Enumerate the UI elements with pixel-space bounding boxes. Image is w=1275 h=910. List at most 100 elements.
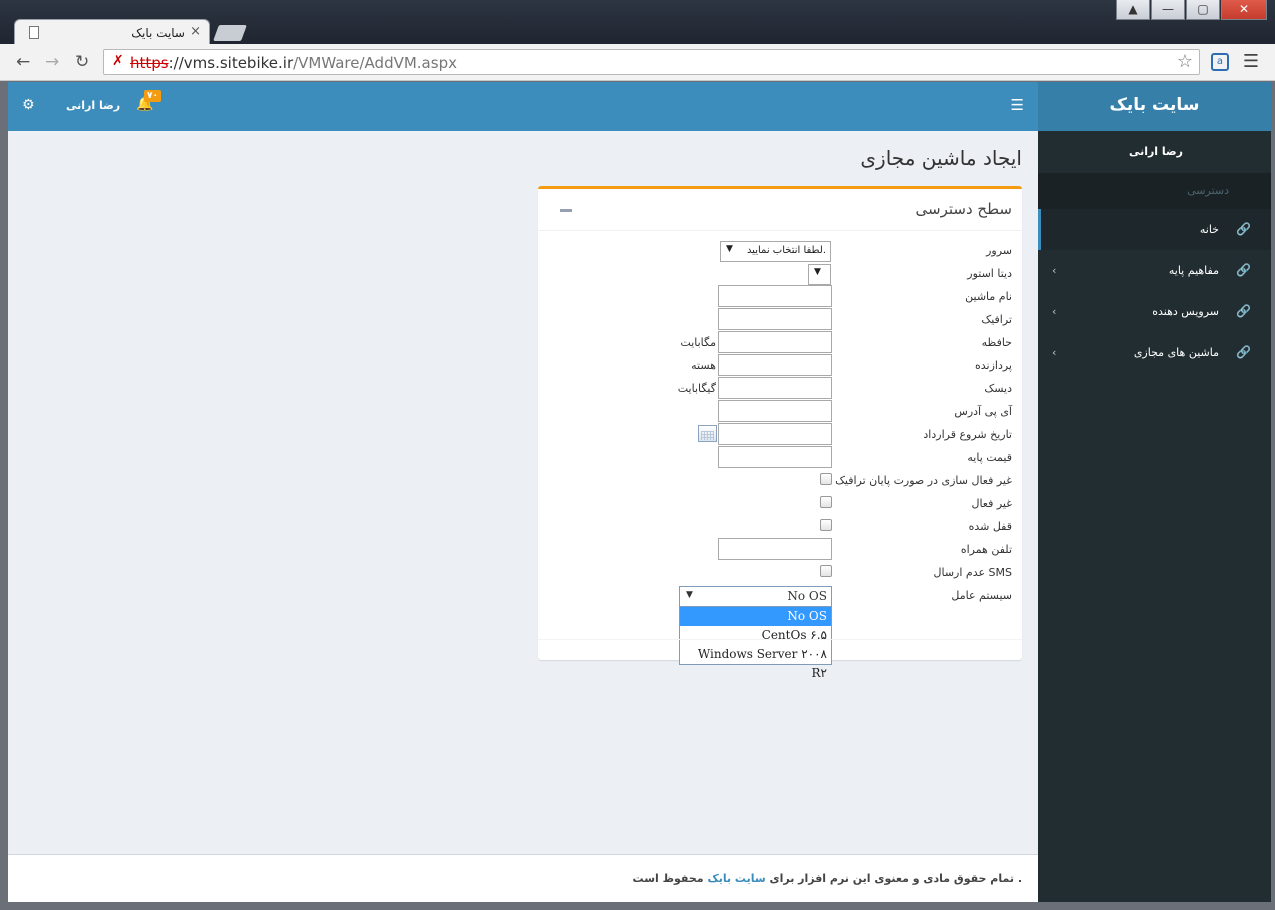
sidebar: سایت بایک رضا ارانی دسترسی 🔗 خانه 🔗 مفاه… (1038, 82, 1271, 902)
dropdown-arrow-icon: ▼ (726, 244, 733, 254)
link-icon: 🔗 (1236, 304, 1251, 318)
no-sms-label: عدم ارسال SMS (933, 566, 1012, 579)
browser-toolbar: ← → ↻ ✗ https://vms.sitebike.ir/VMWare/A… (0, 44, 1275, 81)
os-select-value: No OS (787, 589, 827, 603)
dropdown-arrow-icon: ▼ (686, 590, 693, 600)
cpu-input[interactable] (718, 354, 832, 376)
url-path: /VMWare/AddVM.aspx (293, 54, 457, 72)
page-footer: تمام حقوق مادی و معنوی این نرم افزار برا… (8, 854, 1038, 902)
maximize-button[interactable]: ▢ (1186, 0, 1220, 20)
box-title: سطح دسترسی (915, 200, 1012, 218)
os-dropdown-list: No OS CentOs ۶.۵ Windows Server ۲۰۰۸ R۲ (679, 606, 832, 680)
forward-arrow-icon[interactable]: → (45, 52, 59, 72)
close-window-button[interactable]: ✕ (1221, 0, 1267, 20)
sidebar-item-basic-concepts[interactable]: 🔗 مفاهیم پایه ‹ (1038, 250, 1271, 291)
disable-on-traffic-label: غیر فعال سازی در صورت پایان ترافیک (835, 474, 1012, 487)
address-bar[interactable]: ✗ https://vms.sitebike.ir/VMWare/AddVM.a… (103, 49, 1200, 75)
base-price-label: قیمت پایه (967, 451, 1012, 464)
sidebar-toggle-icon[interactable]: ☰ (1011, 96, 1024, 114)
sidebar-item-label: ماشین های مجازی (1133, 346, 1219, 359)
new-tab-button[interactable] (213, 25, 247, 41)
app-window: ☰ ⚙ رضا ارانی 🔔 ۷۰ سایت بایک رضا ارانی د… (8, 82, 1271, 902)
os-option-centos[interactable]: CentOs ۶.۵ (680, 626, 831, 645)
access-level-box: سطح دسترسی سرور ▼ لطفا انتخاب نمایید. دی… (538, 186, 1022, 680)
start-date-input[interactable] (718, 423, 832, 445)
inactive-label: غیر فعال (971, 497, 1012, 510)
sidebar-item-label: خانه (1199, 223, 1219, 236)
cpu-unit: هسته (691, 359, 716, 372)
dropdown-arrow-icon: ▼ (814, 267, 821, 277)
sidebar-item-virtual-machines[interactable]: 🔗 ماشین های مجازی ‹ (1038, 332, 1271, 373)
back-arrow-icon[interactable]: ← (16, 52, 30, 72)
datastore-select[interactable]: ▼ (808, 264, 831, 285)
url-scheme: https (130, 54, 169, 72)
tab-title: سایت بایک (131, 26, 185, 40)
settings-gears-icon[interactable]: ⚙ (22, 97, 35, 113)
copyright-text: تمام حقوق مادی و معنوی این نرم افزار برا… (633, 872, 1022, 885)
inactive-checkbox[interactable] (820, 496, 832, 508)
minimize-button[interactable]: — (1151, 0, 1185, 20)
disable-on-traffic-checkbox[interactable] (820, 473, 832, 485)
datastore-label: دیتا استور (967, 267, 1012, 280)
browser-tab[interactable]: سایت بایک × (14, 19, 210, 45)
sidebar-user: رضا ارانی (1128, 145, 1183, 158)
mobile-label: تلفن همراه (960, 543, 1012, 556)
os-select[interactable]: ▼ No OS (679, 586, 832, 607)
insecure-lock-icon[interactable]: ✗ (112, 53, 124, 69)
extension-icon[interactable]: a (1211, 53, 1229, 71)
locked-checkbox[interactable] (820, 519, 832, 531)
link-icon: 🔗 (1236, 263, 1251, 277)
sidebar-item-home[interactable]: 🔗 خانه (1038, 209, 1271, 250)
start-date-label: تاریخ شروع قرارداد (923, 428, 1012, 441)
memory-label: حافظه (981, 336, 1012, 349)
collapse-button[interactable] (560, 209, 572, 212)
server-select[interactable]: ▼ لطفا انتخاب نمایید. (720, 241, 831, 262)
mobile-input[interactable] (718, 538, 832, 560)
server-label: سرور (986, 244, 1012, 257)
disk-unit: گیگابایت (677, 382, 716, 395)
browser-menu-icon[interactable]: ☰ (1243, 51, 1259, 72)
box-footer-divider (538, 639, 1022, 640)
ip-address-label: آی پی آدرس (954, 405, 1012, 418)
url-host: ://vms.sitebike.ir (168, 54, 294, 72)
no-sms-checkbox[interactable] (820, 565, 832, 577)
ip-address-input[interactable] (718, 400, 832, 422)
brand-logo[interactable]: سایت بایک (1038, 82, 1271, 131)
site-link[interactable]: سایت بایک (707, 872, 765, 885)
notification-badge: ۷۰ (144, 90, 161, 102)
header-username[interactable]: رضا ارانی (66, 99, 120, 112)
chevron-left-icon: ‹ (1052, 346, 1057, 359)
sidebar-header: دسترسی (1038, 173, 1271, 209)
chevron-left-icon: ‹ (1052, 264, 1057, 277)
page-title: ایجاد ماشین مجازی (860, 146, 1022, 170)
machine-name-input[interactable] (718, 285, 832, 307)
calendar-icon[interactable] (698, 425, 717, 442)
sidebar-item-label: مفاهیم پایه (1168, 264, 1219, 277)
os-option-windows-server[interactable]: Windows Server ۲۰۰۸ R۲ (680, 645, 831, 680)
tab-close-button[interactable]: × (190, 24, 201, 39)
url-text: https://vms.sitebike.ir/VMWare/AddVM.asp… (130, 54, 457, 72)
top-navbar: ☰ ⚙ رضا ارانی 🔔 ۷۰ (8, 82, 1038, 131)
link-icon: 🔗 (1236, 222, 1251, 236)
disk-input[interactable] (718, 377, 832, 399)
cpu-label: پردازنده (975, 359, 1012, 372)
user-icon[interactable]: ▲ (1116, 0, 1150, 20)
sidebar-item-servers[interactable]: 🔗 سرویس دهنده ‹ (1038, 291, 1271, 332)
memory-unit: مگابایت (680, 336, 716, 349)
os-option-no-os[interactable]: No OS (680, 607, 831, 626)
disk-label: دیسک (984, 382, 1012, 395)
server-select-value: لطفا انتخاب نمایید. (746, 245, 826, 256)
memory-input[interactable] (718, 331, 832, 353)
link-icon: 🔗 (1236, 345, 1251, 359)
copyright-prefix: تمام حقوق مادی و معنوی این نرم افزار برا… (769, 872, 1014, 885)
os-label: سیستم عامل (951, 589, 1012, 602)
page-icon (29, 26, 39, 39)
chevron-left-icon: ‹ (1052, 305, 1057, 318)
bookmark-star-icon[interactable]: ☆ (1177, 51, 1193, 72)
box-divider (538, 230, 1022, 231)
reload-icon[interactable]: ↻ (75, 52, 89, 72)
base-price-input[interactable] (718, 446, 832, 468)
locked-label: قفل شده (968, 520, 1012, 533)
traffic-input[interactable] (718, 308, 832, 330)
machine-name-label: نام ماشین (965, 290, 1012, 303)
